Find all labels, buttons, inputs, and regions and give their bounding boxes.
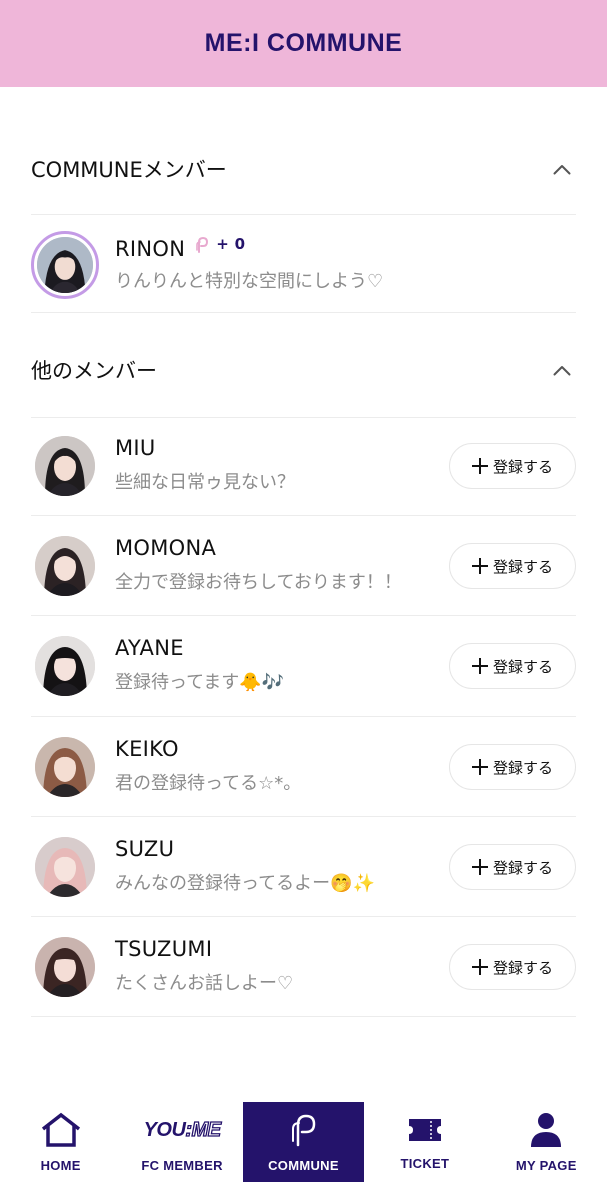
nav-label: TICKET — [400, 1156, 450, 1171]
nav-item-my-page[interactable]: MY PAGE — [486, 1102, 607, 1182]
plus-icon — [471, 558, 488, 574]
section-header-commune[interactable]: COMMUNEメンバー — [31, 139, 576, 199]
plus-icon — [471, 759, 488, 775]
member-message: 登録待ってます🐥🎶 — [115, 672, 285, 693]
member-message: 些細な日常ゥ見ない？ — [115, 472, 295, 493]
avatar — [35, 837, 95, 897]
register-button[interactable]: 登録する — [449, 944, 576, 990]
member-name-text: RINON — [115, 237, 186, 261]
nav-label: COMMUNE — [268, 1158, 339, 1173]
register-label: 登録する — [492, 557, 553, 576]
point-badge: + 0 — [193, 235, 245, 253]
app-header: ME:I COMMUNE — [0, 0, 607, 87]
member-name: TSUZUMI — [115, 937, 213, 961]
point-value: + 0 — [216, 235, 246, 253]
member-message: りんりんと特別な空間にしよう♡ — [115, 271, 384, 292]
register-button[interactable]: 登録する — [449, 744, 576, 790]
ticket-icon — [403, 1110, 447, 1150]
register-button[interactable]: 登録する — [449, 543, 576, 589]
member-message: みんなの登録待ってるよー🤭✨ — [115, 873, 375, 894]
commune-member-row[interactable]: RINON + 0 りんりんと特別な空間にしよう♡ — [31, 215, 576, 315]
avatar — [31, 231, 99, 299]
register-label: 登録する — [492, 858, 553, 877]
nav-label: HOME — [40, 1158, 81, 1173]
avatar — [35, 937, 95, 997]
user-icon — [524, 1110, 568, 1150]
member-name: MOMONA — [115, 536, 217, 560]
home-icon — [39, 1110, 83, 1150]
register-label: 登録する — [492, 457, 553, 476]
member-name: KEIKO — [115, 737, 179, 761]
avatar — [35, 636, 95, 696]
avatar — [35, 737, 95, 797]
plus-icon — [471, 458, 488, 474]
logo-text: YOU — [143, 1118, 186, 1141]
avatar — [35, 536, 95, 596]
plus-icon — [471, 859, 488, 875]
avatar — [35, 436, 95, 496]
member-message: 君の登録待ってる☆*。 — [115, 773, 302, 794]
nav-item-commune[interactable]: COMMUNE — [242, 1102, 365, 1182]
nav-item-ticket[interactable]: TICKET — [364, 1102, 485, 1182]
nav-item-home[interactable]: HOME — [0, 1102, 121, 1182]
member-message: 全力で登録お待ちしております！！ — [115, 572, 402, 593]
member-name-rinon: RINON + 0 — [115, 235, 245, 261]
member-row-ayane[interactable]: AYANE 登録待ってます🐥🎶 登録する — [31, 616, 576, 716]
register-button[interactable]: 登録する — [449, 443, 576, 489]
member-name: SUZU — [115, 837, 175, 861]
youme-logo: YOU:ME — [132, 1110, 232, 1150]
logo-text: :ME — [185, 1118, 222, 1141]
page-title: ME:I COMMUNE — [204, 29, 403, 57]
member-name: MIU — [115, 436, 156, 460]
register-label: 登録する — [492, 958, 553, 977]
member-row-tsuzumi[interactable]: TSUZUMI たくさんお話しよー♡ 登録する — [31, 917, 576, 1017]
member-message: たくさんお話しよー♡ — [115, 973, 294, 994]
divider — [31, 312, 576, 313]
member-name: AYANE — [115, 636, 184, 660]
plus-icon — [471, 959, 488, 975]
plus-icon — [471, 658, 488, 674]
divider — [31, 1016, 576, 1017]
member-row-momona[interactable]: MOMONA 全力で登録お待ちしております！！ 登録する — [31, 516, 576, 616]
member-row-suzu[interactable]: SUZU みんなの登録待ってるよー🤭✨ 登録する — [31, 817, 576, 917]
nav-label: FC MEMBER — [141, 1158, 223, 1173]
bottom-nav: HOME YOU:ME FC MEMBER COMMUNE TICKET MY … — [0, 1102, 607, 1200]
register-button[interactable]: 登録する — [449, 643, 576, 689]
nav-item-fc-member[interactable]: YOU:ME FC MEMBER — [121, 1102, 242, 1182]
chevron-up-icon[interactable] — [552, 162, 572, 176]
section-header-others[interactable]: 他のメンバー — [31, 340, 576, 400]
member-row-miu[interactable]: MIU 些細な日常ゥ見ない？ 登録する — [31, 416, 576, 516]
section-title: COMMUNEメンバー — [31, 158, 227, 182]
point-icon — [193, 235, 211, 253]
section-title: 他のメンバー — [31, 359, 157, 383]
nav-label: MY PAGE — [515, 1158, 577, 1173]
chevron-up-icon[interactable] — [552, 363, 572, 377]
register-label: 登録する — [492, 657, 553, 676]
register-button[interactable]: 登録する — [449, 844, 576, 890]
commune-icon — [281, 1110, 325, 1150]
member-row-keiko[interactable]: KEIKO 君の登録待ってる☆*。 登録する — [31, 717, 576, 817]
register-label: 登録する — [492, 758, 553, 777]
